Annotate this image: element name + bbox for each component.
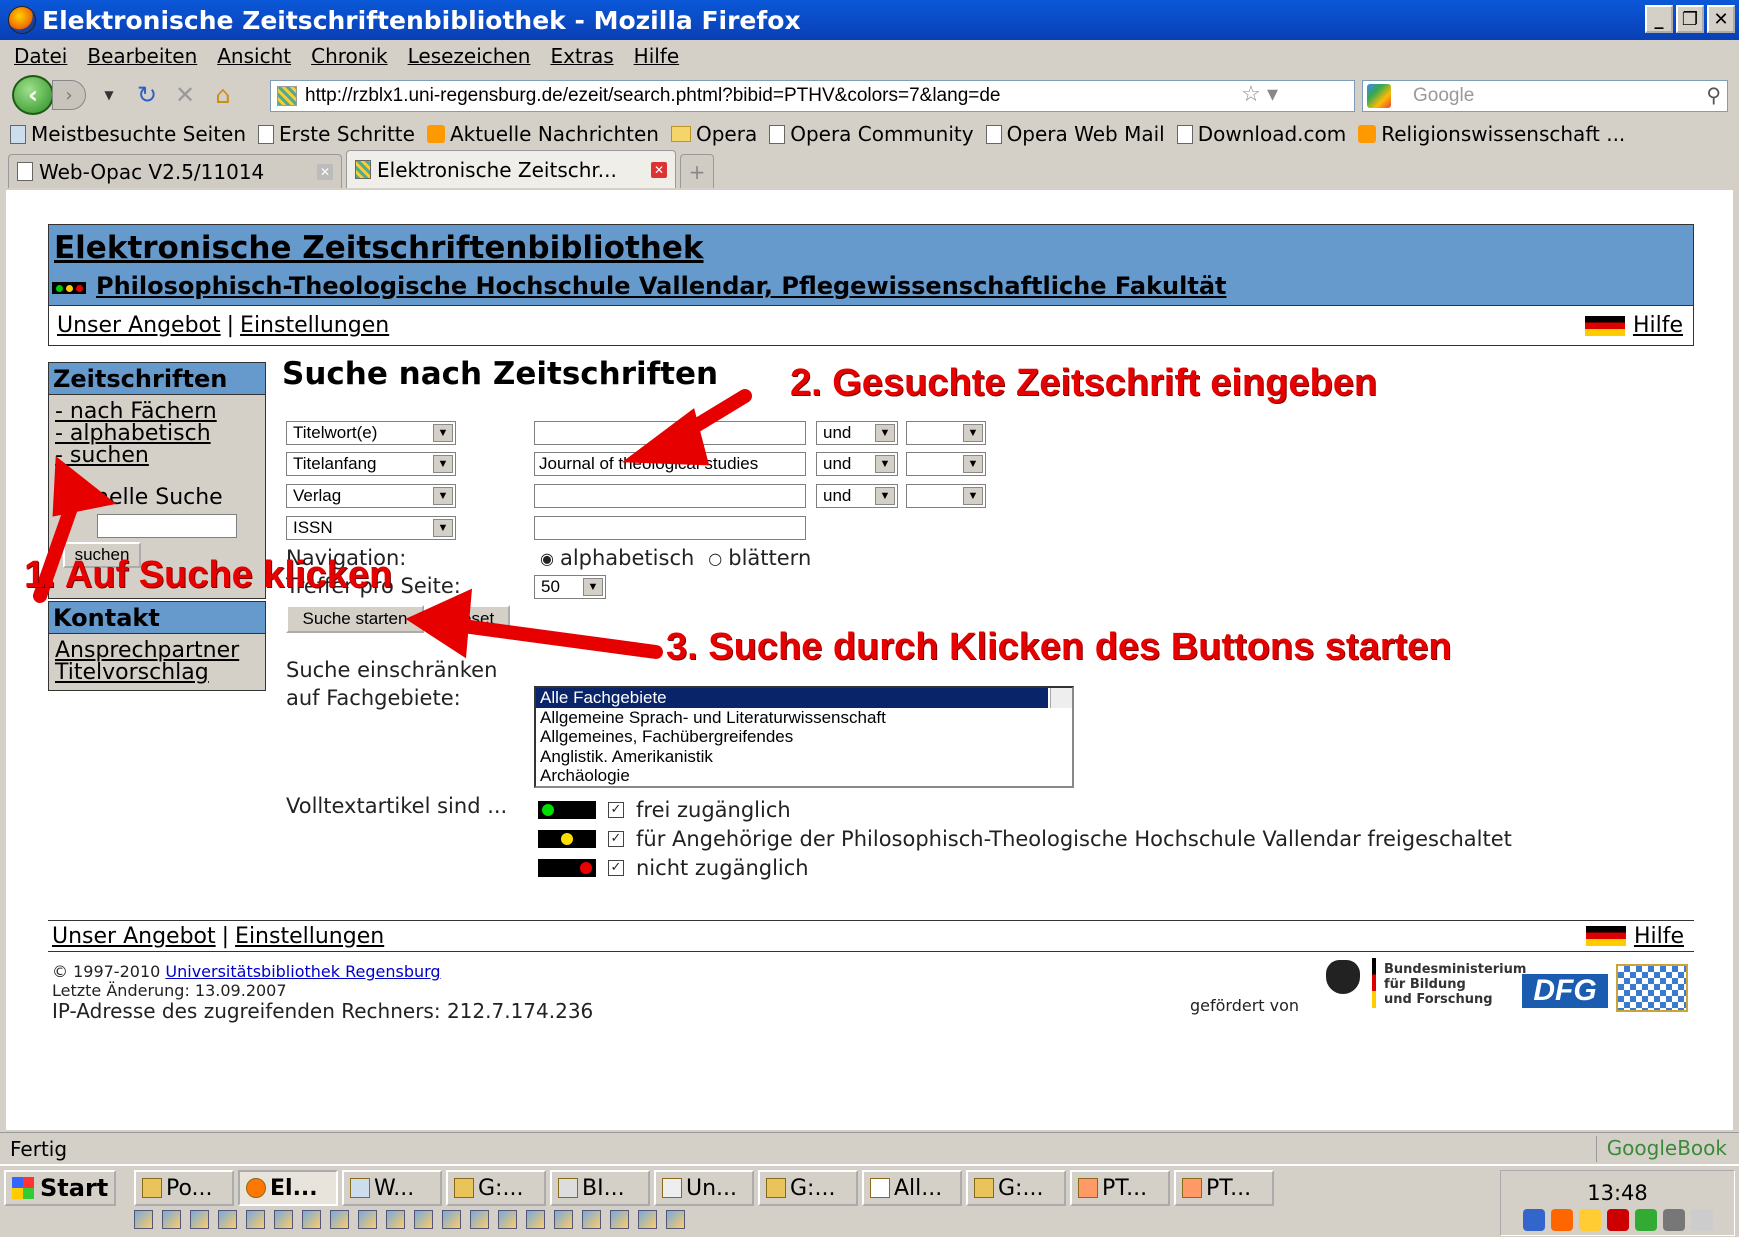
- system-tray: 13:48: [1500, 1170, 1735, 1236]
- quick-launch-icon[interactable]: [666, 1210, 685, 1229]
- app-icon: [558, 1178, 578, 1198]
- arrow-1-head: [52, 456, 117, 517]
- quick-launch-icon[interactable]: [190, 1210, 209, 1229]
- firefox-window: Elektronische Zeitschriftenbibliothek - …: [0, 0, 1739, 1237]
- taskbar-item[interactable]: PT...: [1174, 1170, 1274, 1206]
- annotation-step-3: 3. Suche durch Klicken des Buttons start…: [666, 626, 1452, 668]
- tray-app-icon[interactable]: [1662, 1209, 1685, 1231]
- taskbar-item[interactable]: G:...: [758, 1170, 858, 1206]
- taskbar-item[interactable]: G:...: [966, 1170, 1066, 1206]
- annotation-step-1: 1. Auf Suche klicken: [24, 554, 393, 596]
- quick-launch-icon[interactable]: [442, 1210, 461, 1229]
- app-icon: [350, 1178, 370, 1198]
- taskbar-item[interactable]: W...: [342, 1170, 442, 1206]
- quick-launch-icon[interactable]: [330, 1210, 349, 1229]
- clock[interactable]: 13:48: [1587, 1181, 1648, 1205]
- quick-launch-icon[interactable]: [162, 1210, 181, 1229]
- mail-icon[interactable]: [1690, 1209, 1713, 1231]
- taskbar-item[interactable]: Un...: [654, 1170, 754, 1206]
- folder-icon: [974, 1178, 994, 1198]
- taskbar-item[interactable]: Po...: [134, 1170, 234, 1206]
- windows-logo-icon: [12, 1177, 34, 1199]
- folder-icon: [766, 1178, 786, 1198]
- quick-launch-icon[interactable]: [470, 1210, 489, 1229]
- annotation-step-2: 2. Gesuchte Zeitschrift eingeben: [790, 362, 1378, 404]
- annotation-arrows: [33, 389, 752, 659]
- network-icon[interactable]: [1522, 1209, 1545, 1231]
- taskbar-item[interactable]: All...: [862, 1170, 962, 1206]
- quick-launch-icon[interactable]: [526, 1210, 545, 1229]
- taskbar-item[interactable]: BI...: [550, 1170, 650, 1206]
- document-icon: [870, 1178, 890, 1198]
- arrow-3-head: [405, 588, 473, 659]
- tray-app-icon[interactable]: [1634, 1209, 1657, 1231]
- windows-taskbar: Start Po... El... W... G:... BI... Un...…: [0, 1164, 1739, 1237]
- quick-launch-icon[interactable]: [554, 1210, 573, 1229]
- taskbar-item[interactable]: PT...: [1070, 1170, 1170, 1206]
- quick-launch-icon[interactable]: [610, 1210, 629, 1229]
- quick-launch-icon[interactable]: [498, 1210, 517, 1229]
- tray-app-icon[interactable]: [1606, 1209, 1629, 1231]
- quick-launch: [134, 1210, 685, 1229]
- taskbar-item[interactable]: G:...: [446, 1170, 546, 1206]
- arrow-2-head: [621, 408, 710, 466]
- taskbar-item[interactable]: El...: [238, 1170, 338, 1206]
- googlebook-status[interactable]: GoogleBook: [1595, 1136, 1727, 1162]
- firefox-icon: [246, 1178, 266, 1198]
- arrow-3: [441, 617, 663, 659]
- quick-launch-icon[interactable]: [218, 1210, 237, 1229]
- taskbar-buttons: Po... El... W... G:... BI... Un... G:...…: [134, 1170, 1274, 1206]
- quick-launch-icon[interactable]: [386, 1210, 405, 1229]
- quick-launch-icon[interactable]: [302, 1210, 321, 1229]
- quick-launch-icon[interactable]: [638, 1210, 657, 1229]
- tray-app-icon[interactable]: [1550, 1209, 1573, 1231]
- status-bar: Fertig GoogleBook: [0, 1132, 1739, 1164]
- quick-launch-icon[interactable]: [134, 1210, 153, 1229]
- app-icon: [662, 1178, 682, 1198]
- app-icon: [142, 1178, 162, 1198]
- folder-icon: [454, 1178, 474, 1198]
- quick-launch-icon[interactable]: [414, 1210, 433, 1229]
- tray-app-icon[interactable]: [1578, 1209, 1601, 1231]
- status-text: Fertig: [10, 1136, 68, 1161]
- quick-launch-icon[interactable]: [582, 1210, 601, 1229]
- quick-launch-icon[interactable]: [358, 1210, 377, 1229]
- presentation-icon: [1078, 1178, 1098, 1198]
- quick-launch-icon[interactable]: [246, 1210, 265, 1229]
- tray-icons: [1522, 1209, 1713, 1231]
- start-button[interactable]: Start: [4, 1170, 116, 1206]
- quick-launch-icon[interactable]: [274, 1210, 293, 1229]
- presentation-icon: [1182, 1178, 1202, 1198]
